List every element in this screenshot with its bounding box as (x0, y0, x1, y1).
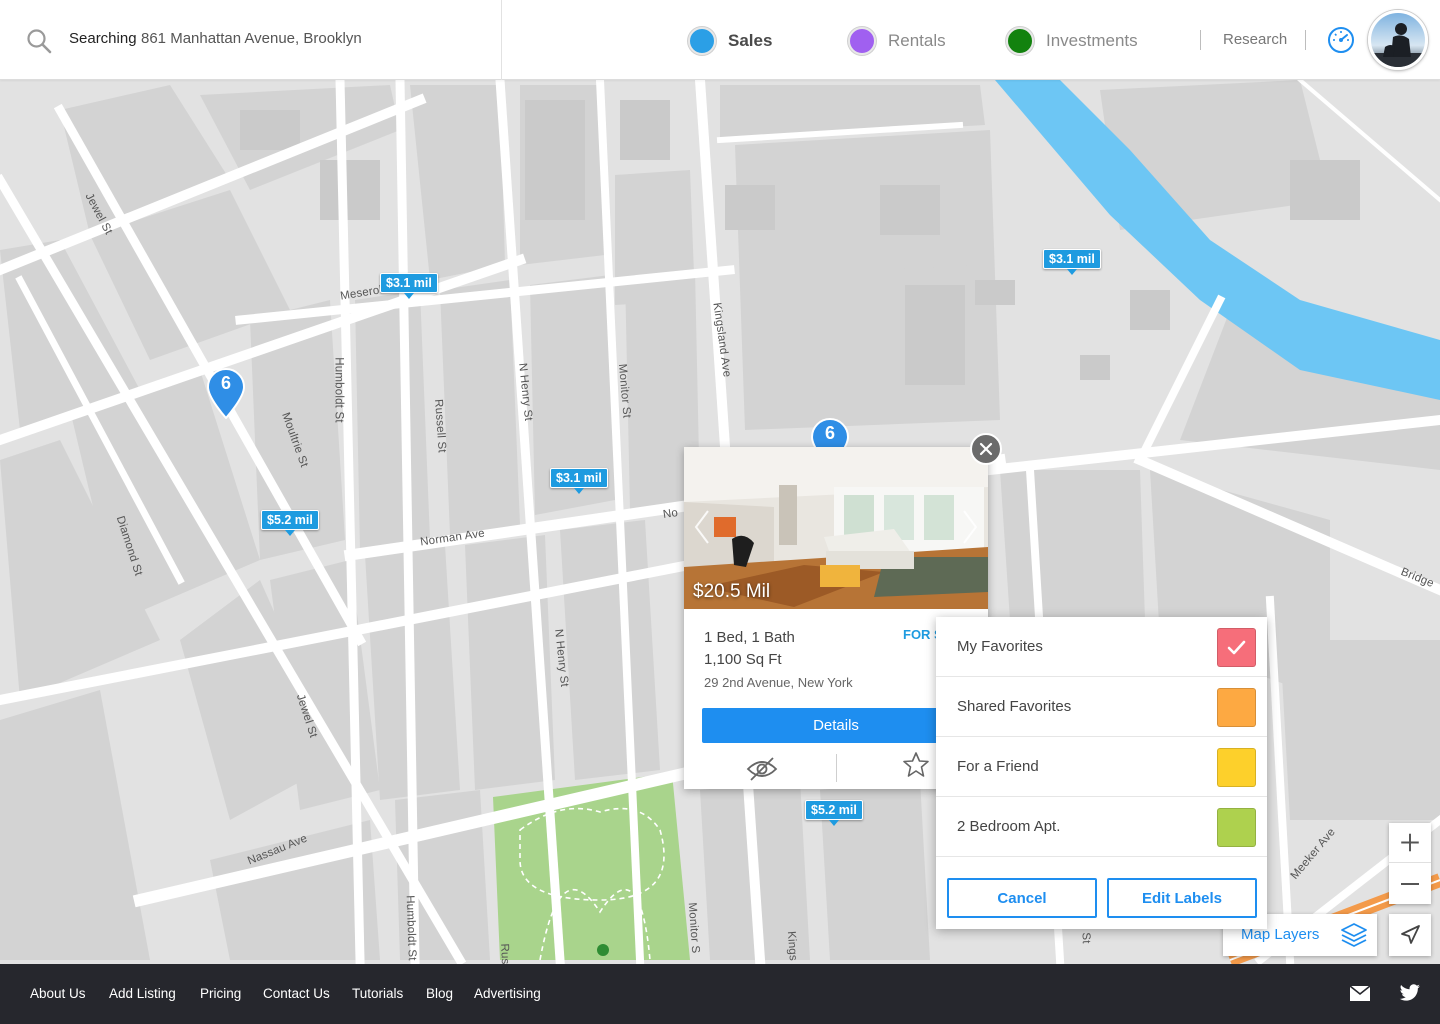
search-icon[interactable] (26, 28, 52, 54)
favorite-list-item[interactable]: For a Friend (936, 737, 1267, 797)
listing-beds-baths: 1 Bed, 1 Bath (704, 629, 795, 646)
twitter-icon[interactable] (1399, 984, 1421, 1002)
cluster-count: 6 (824, 423, 835, 443)
listing-address: 29 2nd Avenue, New York (704, 675, 853, 690)
check-icon (1227, 640, 1246, 655)
user-avatar[interactable] (1368, 10, 1428, 70)
card-action-divider (836, 754, 837, 782)
investments-dot-icon (1006, 27, 1034, 55)
listing-sqft: 1,100 Sq Ft (704, 651, 782, 668)
cluster-count: 6 (220, 373, 231, 393)
favorite-list-item[interactable]: 2 Bedroom Apt. (936, 797, 1267, 857)
search-input[interactable]: 861 Manhattan Avenue, Brooklyn (141, 30, 362, 47)
price-pin[interactable]: $5.2 mil (261, 510, 319, 536)
chevron-left-icon[interactable] (692, 509, 712, 545)
footer-link-advertising[interactable]: Advertising (474, 986, 541, 1001)
cancel-button[interactable]: Cancel (947, 878, 1097, 918)
header-separator (1305, 30, 1306, 50)
price-pin[interactable]: $3.1 mil (1043, 249, 1101, 275)
favorite-label: Shared Favorites (957, 698, 1072, 715)
research-link[interactable]: Research (1223, 31, 1287, 48)
mode-rentals-tab[interactable]: Rentals (848, 26, 946, 56)
layers-icon (1341, 923, 1367, 947)
edit-labels-button[interactable]: Edit Labels (1107, 878, 1257, 918)
sales-dot-icon (688, 27, 716, 55)
favorite-checkbox[interactable] (1217, 628, 1256, 667)
mode-sales-label: Sales (728, 31, 773, 50)
favorite-list-item[interactable]: My Favorites (936, 617, 1267, 677)
avatar-photo (1371, 13, 1425, 67)
favorite-label: 2 Bedroom Apt. (957, 818, 1061, 835)
search-bar[interactable]: Searching 861 Manhattan Avenue, Brooklyn (0, 0, 502, 80)
hide-icon[interactable] (746, 755, 778, 783)
favorites-panel: My Favorites Shared Favorites For a Frie… (936, 617, 1267, 929)
listing-price: $20.5 Mil (693, 581, 771, 602)
footer-link-tutorials[interactable]: Tutorials (352, 986, 403, 1001)
chevron-right-icon[interactable] (960, 509, 980, 545)
footer-link-contact[interactable]: Contact Us (263, 986, 330, 1001)
zoom-control (1389, 823, 1431, 904)
price-pin[interactable]: $3.1 mil (550, 468, 608, 494)
street-label: St (1079, 932, 1092, 944)
street-label: Rus (498, 943, 511, 964)
details-button[interactable]: Details (702, 708, 970, 743)
price-pin[interactable]: $5.2 mil (805, 800, 863, 826)
favorite-label: For a Friend (957, 758, 1039, 775)
favorite-checkbox[interactable] (1217, 808, 1256, 847)
search-label: Searching (69, 30, 137, 47)
locate-button[interactable] (1389, 914, 1431, 956)
header-separator (1200, 30, 1201, 50)
mode-investments-label: Investments (1046, 31, 1138, 50)
star-icon[interactable] (902, 751, 930, 779)
zoom-in-icon[interactable] (1389, 823, 1431, 863)
footer-link-about[interactable]: About Us (30, 986, 86, 1001)
mode-sales-tab[interactable]: Sales (688, 26, 772, 56)
footer-link-blog[interactable]: Blog (426, 986, 453, 1001)
footer-link-add-listing[interactable]: Add Listing (109, 986, 176, 1001)
footer: About Us Add Listing Pricing Contact Us … (0, 964, 1440, 1024)
street-label: Kings (784, 930, 799, 962)
street-label: Humboldt St (403, 895, 418, 961)
mode-investments-tab[interactable]: Investments (1006, 26, 1138, 56)
street-label: No (662, 507, 679, 521)
cluster-marker[interactable]: 6 (206, 367, 246, 420)
mode-rentals-label: Rentals (888, 31, 946, 50)
price-pin[interactable]: $3.1 mil (380, 273, 438, 299)
locate-icon (1401, 925, 1420, 944)
top-header: Searching 861 Manhattan Avenue, Brooklyn… (0, 0, 1440, 80)
favorite-checkbox[interactable] (1217, 688, 1256, 727)
favorite-list-item[interactable]: Shared Favorites (936, 677, 1267, 737)
dashboard-icon[interactable] (1327, 26, 1355, 54)
close-icon[interactable] (970, 433, 1002, 465)
street-label: Humboldt St (332, 357, 345, 423)
favorite-checkbox[interactable] (1217, 748, 1256, 787)
listing-photo[interactable]: $20.5 Mil (684, 447, 988, 609)
favorite-label: My Favorites (957, 638, 1043, 655)
mail-icon[interactable] (1349, 985, 1371, 1002)
rentals-dot-icon (848, 27, 876, 55)
footer-link-pricing[interactable]: Pricing (200, 986, 241, 1001)
zoom-out-icon[interactable] (1389, 864, 1431, 904)
